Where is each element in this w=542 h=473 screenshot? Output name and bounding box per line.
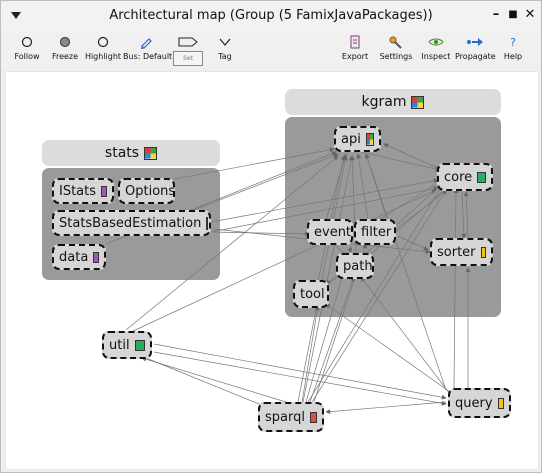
settings-label: Settings [379,52,413,61]
node-tool-label: tool [300,286,325,302]
pencil-icon [140,38,152,49]
inspect-icon [428,38,444,46]
yellow-tag-icon [480,246,486,258]
freeze-label: Freeze [51,52,79,61]
follow-button[interactable]: Follow [7,33,47,67]
node-istats[interactable]: IStats [52,178,114,204]
help-icon: ? [510,35,516,49]
highlight-radio-icon [97,36,109,48]
tag-shape-icon [178,37,198,47]
close-button[interactable]: ✕ [523,7,537,22]
follow-label: Follow [14,52,40,61]
window-title: Architectural map (Group (5 FamixJavaPac… [109,8,433,23]
node-sparql[interactable]: sparql [258,402,324,432]
node-istats-label: IStats [59,183,97,199]
export-label: Export [341,52,369,61]
window-menu-icon[interactable] [11,12,21,19]
freeze-button[interactable]: Freeze [47,33,83,67]
node-util-label: util [109,337,130,353]
settings-button[interactable]: Settings [377,33,415,67]
freeze-radio-icon [59,36,71,48]
node-filter-label: filter [361,224,392,240]
propagate-label: Propagate [455,52,496,61]
purple-tag-icon [93,251,99,263]
node-path[interactable]: path [336,253,374,279]
help-button[interactable]: ? Help [499,33,527,67]
node-query[interactable]: query [448,388,511,418]
node-tool[interactable]: tool [293,280,329,308]
title-bar: Architectural map (Group (5 FamixJavaPac… [1,1,541,31]
node-sorter-label: sorter [437,244,476,260]
node-path-label: path [343,258,373,274]
highlight-label: Highlight [84,52,122,61]
follow-radio-icon [21,36,33,48]
highlight-button[interactable]: Highlight [83,33,123,67]
node-sorter[interactable]: sorter [430,238,493,266]
node-event[interactable]: event [307,219,353,245]
export-icon [350,35,360,49]
node-statsbasedestimation[interactable]: StatsBasedEstimation [52,210,211,236]
propagate-arrow-icon [467,38,483,46]
node-options-label: Options [125,183,176,199]
node-query-label: query [455,395,493,411]
minimize-button[interactable]: – [489,7,503,22]
set-tag-button[interactable]: Set [171,33,205,67]
multicolor-tag-icon [365,132,374,146]
map-canvas[interactable]: stats kgram IStats Options StatsBasedEst… [5,71,539,470]
export-button[interactable]: Export [339,33,371,67]
app-window: Architectural map (Group (5 FamixJavaPac… [0,0,542,473]
yellow-tag-icon [497,397,504,409]
bus-button[interactable]: Bus: Default [123,33,173,67]
toolbar: Follow Freeze Highlight Bus: Default Set… [1,31,541,67]
node-core[interactable]: core [437,163,493,191]
green-tag-icon [477,171,486,183]
node-api-label: api [341,131,361,147]
inspect-label: Inspect [421,52,451,61]
node-util[interactable]: util [102,331,152,359]
purple-tag-icon [101,185,107,197]
node-api[interactable]: api [334,126,381,152]
set-field[interactable]: Set [173,51,203,66]
node-options[interactable]: Options [118,178,175,204]
node-event-label: event [314,224,352,240]
settings-icon [389,36,402,49]
tag-button[interactable]: Tag [209,33,241,67]
chevron-down-icon [219,38,231,46]
tag-label: Tag [218,52,232,61]
red-tag-icon [309,411,317,423]
node-data[interactable]: data [52,244,106,270]
node-core-label: core [444,169,473,185]
multicolor-tag-icon [206,216,209,230]
help-label: Help [503,52,523,61]
bus-label: Bus: Default [123,52,173,61]
propagate-button[interactable]: Propagate [455,33,496,67]
node-filter[interactable]: filter [354,219,396,245]
maximize-button[interactable]: ■ [506,9,520,20]
green-tag-icon [134,339,145,351]
node-data-label: data [59,249,89,265]
inspect-button[interactable]: Inspect [419,33,453,67]
node-statsbasedestimation-label: StatsBasedEstimation [59,215,202,231]
node-sparql-label: sparql [265,409,305,425]
